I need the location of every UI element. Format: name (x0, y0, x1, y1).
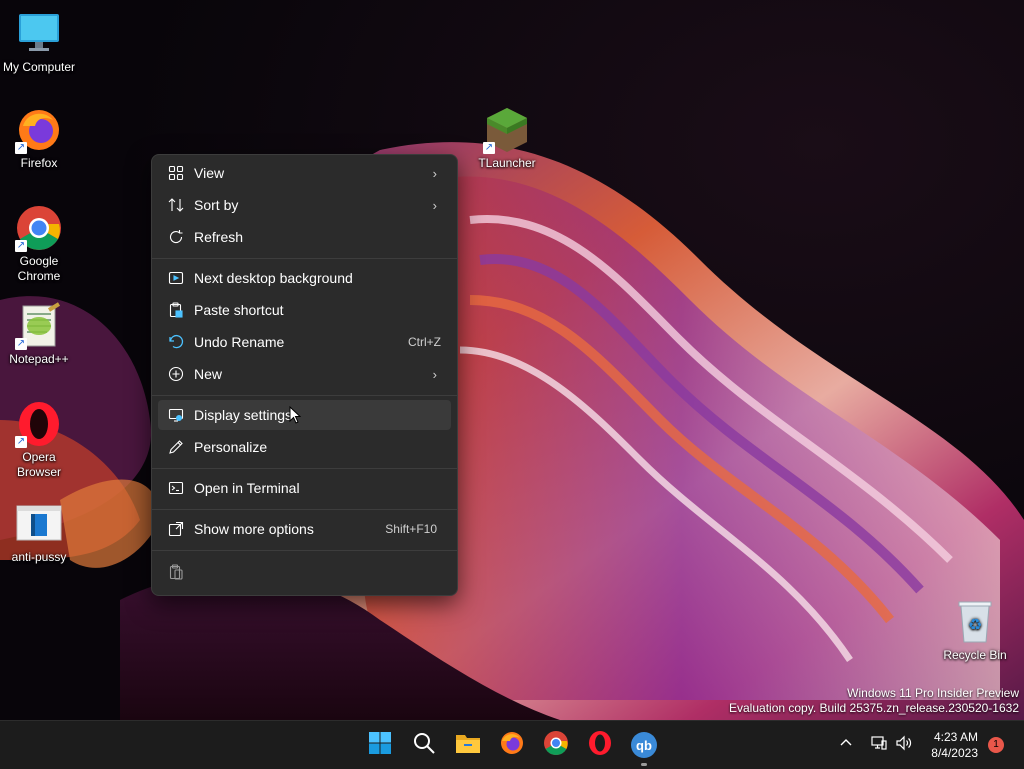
taskbar-firefox[interactable] (494, 727, 530, 763)
refresh-icon (166, 227, 186, 247)
sort-icon (166, 195, 186, 215)
menu-item-show-more-options[interactable]: Show more options Shift+F10 (158, 514, 451, 544)
menu-item-new[interactable]: New › (158, 359, 451, 389)
mouse-cursor-icon (289, 405, 302, 429)
taskbar-search-button[interactable] (406, 727, 442, 763)
watermark-build: Evaluation copy. Build 25375.zn_release.… (729, 701, 1019, 715)
pen-icon (166, 437, 186, 457)
shortcut-arrow-icon: ↗ (483, 142, 495, 154)
app-icon (15, 500, 63, 548)
network-icon (870, 734, 888, 757)
opera-icon (587, 730, 613, 761)
taskbar-qbittorrent[interactable]: qb (626, 727, 662, 763)
desktop-icon-anti-pussy[interactable]: anti-pussy (0, 500, 78, 565)
desktop-icon-recycle-bin[interactable]: ♻ Recycle Bin (936, 598, 1014, 663)
desktop-icon-tlauncher[interactable]: ↗ TLauncher (468, 106, 546, 171)
network-button[interactable] (870, 721, 888, 769)
clock-time: 4:23 AM (933, 730, 978, 744)
taskbar-clock[interactable]: 4:23 AM 8/4/2023 (931, 729, 978, 761)
notification-badge[interactable]: 1 (988, 737, 1004, 753)
taskbar-file-explorer[interactable] (450, 727, 486, 763)
add-circle-icon (166, 364, 186, 384)
desktop-icon-opera-browser[interactable]: ↗ Opera Browser (0, 400, 78, 480)
chrome-icon: ↗ (15, 204, 63, 252)
desktop-icon-my-computer[interactable]: My Computer (0, 10, 78, 75)
speaker-icon (895, 734, 913, 757)
paste-shortcut-icon (166, 300, 186, 320)
menu-item-personalize[interactable]: Personalize (158, 432, 451, 462)
display-settings-icon (166, 405, 186, 425)
search-icon (412, 731, 436, 760)
menu-item-refresh[interactable]: Refresh (158, 222, 451, 252)
menu-item-sort-by[interactable]: Sort by › (158, 190, 451, 220)
shortcut-arrow-icon: ↗ (15, 240, 27, 252)
desktop-icon-notepadpp[interactable]: ↗ Notepad++ (0, 302, 78, 367)
desktop-icon-firefox[interactable]: ↗ Firefox (0, 106, 78, 171)
grid-view-icon (166, 163, 186, 183)
next-background-icon (166, 268, 186, 288)
menu-item-view[interactable]: View › (158, 158, 451, 188)
menu-separator (152, 509, 457, 510)
volume-button[interactable] (895, 721, 913, 769)
menu-item-paste-shortcut[interactable]: Paste shortcut (158, 295, 451, 325)
running-indicator (641, 763, 647, 766)
windows-watermark: Windows 11 Pro Insider Preview Evaluatio… (729, 686, 1019, 716)
notepadpp-icon: ↗ (15, 302, 63, 350)
shortcut-arrow-icon: ↗ (15, 436, 27, 448)
watermark-edition: Windows 11 Pro Insider Preview (847, 686, 1019, 700)
tray-overflow-button[interactable] (838, 721, 854, 769)
desktop-context-menu: View › Sort by › Refresh Next desktop ba… (151, 154, 458, 596)
menu-separator (152, 550, 457, 551)
menu-item-undo-rename[interactable]: Undo Rename Ctrl+Z (158, 327, 451, 357)
undo-icon (166, 332, 186, 352)
taskbar: qb 4:23 AM 8/4/2023 1 (0, 720, 1024, 769)
svg-text:♻: ♻ (968, 615, 982, 634)
monitor-icon (15, 10, 63, 58)
open-external-icon (166, 519, 186, 539)
clipboard-icon (166, 562, 186, 582)
chevron-right-icon: › (432, 197, 437, 213)
recycle-bin-icon: ♻ (951, 598, 999, 646)
menu-item-display-settings[interactable]: Display settings (158, 400, 451, 430)
shortcut-arrow-icon: ↗ (15, 142, 27, 154)
shortcut-arrow-icon: ↗ (15, 338, 27, 350)
menu-separator (152, 395, 457, 396)
start-button[interactable] (362, 727, 398, 763)
terminal-icon (166, 478, 186, 498)
taskbar-opera[interactable] (582, 727, 618, 763)
desktop-icon-google-chrome[interactable]: ↗ Google Chrome (0, 204, 78, 284)
clock-date: 8/4/2023 (931, 746, 978, 760)
qbittorrent-icon: qb (631, 732, 657, 758)
file-explorer-icon (455, 731, 481, 760)
menu-item-next-desktop-background[interactable]: Next desktop background (158, 263, 451, 293)
menu-separator (152, 258, 457, 259)
tlauncher-icon: ↗ (483, 106, 531, 154)
chevron-right-icon: › (432, 366, 437, 382)
menu-item-open-in-terminal[interactable]: Open in Terminal (158, 473, 451, 503)
menu-item-paste-icon-only[interactable] (158, 557, 451, 587)
start-icon (368, 731, 392, 760)
chevron-right-icon: › (432, 165, 437, 181)
taskbar-chrome[interactable] (538, 727, 574, 763)
chevron-up-icon (838, 735, 854, 756)
opera-icon: ↗ (15, 400, 63, 448)
firefox-icon: ↗ (15, 106, 63, 154)
firefox-icon (499, 730, 525, 761)
menu-separator (152, 468, 457, 469)
chrome-icon (543, 730, 569, 761)
